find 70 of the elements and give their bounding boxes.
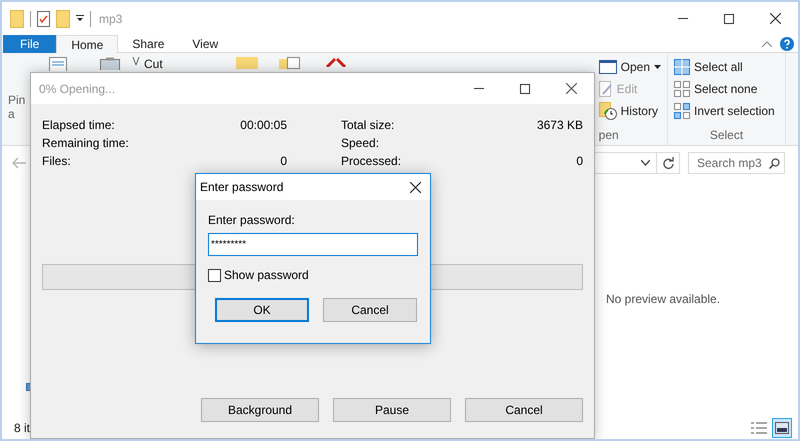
maximize-icon [724, 14, 734, 24]
group-label: pen [598, 128, 619, 144]
refresh-icon [662, 157, 674, 169]
item-count: 8 it [14, 421, 30, 435]
dialog-button[interactable]: Pause [333, 398, 451, 422]
dropdown-icon[interactable] [76, 15, 84, 22]
view-button[interactable] [772, 418, 792, 438]
preview-message: No preview available. [606, 292, 720, 306]
clipboard-icon [100, 57, 120, 70]
ribbon-command[interactable]: Select none [674, 79, 779, 98]
dialog-title: Enter password [200, 180, 284, 194]
refresh-button[interactable] [656, 152, 680, 174]
grid-icon [674, 58, 690, 74]
collapse-icon[interactable] [762, 40, 772, 46]
details-view-icon [751, 421, 767, 435]
grid-icon [674, 102, 690, 118]
dialog-button[interactable]: Background [201, 398, 319, 422]
help-icon[interactable] [780, 36, 794, 50]
image-icon [775, 422, 789, 434]
ribbon-label: a [8, 107, 15, 121]
search-icon [769, 158, 780, 168]
stat-label: Elapsed time: [42, 118, 115, 132]
file-menu-tab[interactable]: File [3, 35, 56, 53]
folder-icon [10, 10, 24, 28]
document-icon [49, 57, 67, 71]
checkbox[interactable] [208, 268, 221, 282]
stat-label: Files: [42, 154, 71, 168]
dialog-button[interactable]: Cancel [323, 298, 417, 322]
stat-label: Processed: [341, 154, 402, 168]
stat-value: 0 [576, 154, 583, 168]
group-label: Select [710, 128, 744, 144]
folder-icon [56, 10, 70, 28]
folder-icon [236, 57, 258, 69]
ribbon-command[interactable]: Select all [674, 57, 779, 76]
password-field[interactable]: ********* [208, 233, 418, 256]
dialog-title: 0% Opening... [39, 82, 116, 96]
ribbon-tab[interactable]: View [178, 35, 232, 53]
dialog-button[interactable]: OK [215, 298, 309, 322]
search-field[interactable]: Search mp3 [688, 152, 785, 174]
ribbon-tab[interactable]: Share [118, 35, 178, 53]
stat-label: Total size: [341, 118, 394, 132]
close-icon [410, 182, 420, 192]
stat-label: Remaining time: [42, 136, 129, 150]
checkbox-label[interactable]: Show password [224, 268, 309, 282]
stat-value: 00:00:05 [240, 118, 287, 132]
ribbon-command[interactable]: Invert selection [674, 101, 779, 120]
ribbon-label: Pin [8, 93, 26, 107]
copy-icon [279, 57, 301, 69]
chevron-down-icon[interactable] [641, 160, 650, 166]
window-title: mp3 [99, 12, 122, 26]
window-icon [598, 60, 617, 74]
close-icon [770, 13, 780, 24]
ribbon-command[interactable]: Open [598, 57, 661, 76]
close-icon [566, 83, 576, 94]
cut-label[interactable]: Cut [144, 57, 163, 71]
checklist-icon [37, 10, 50, 26]
grid-icon [674, 80, 690, 96]
history-icon [598, 102, 617, 120]
maximize-icon [520, 84, 530, 94]
stat-value: 0 [280, 154, 287, 168]
field-label: Enter password: [208, 213, 296, 227]
document-pencil-icon [598, 80, 613, 96]
stat-label: Speed: [341, 136, 380, 150]
minimize-icon [474, 88, 484, 89]
minimize-icon [678, 18, 688, 19]
caret-icon [654, 64, 661, 68]
dialog-button[interactable]: Cancel [465, 398, 583, 422]
ribbon-command[interactable]: History [598, 101, 661, 120]
stat-value: 3673 KB [536, 118, 583, 132]
ribbon-tab[interactable]: Home [56, 35, 118, 54]
